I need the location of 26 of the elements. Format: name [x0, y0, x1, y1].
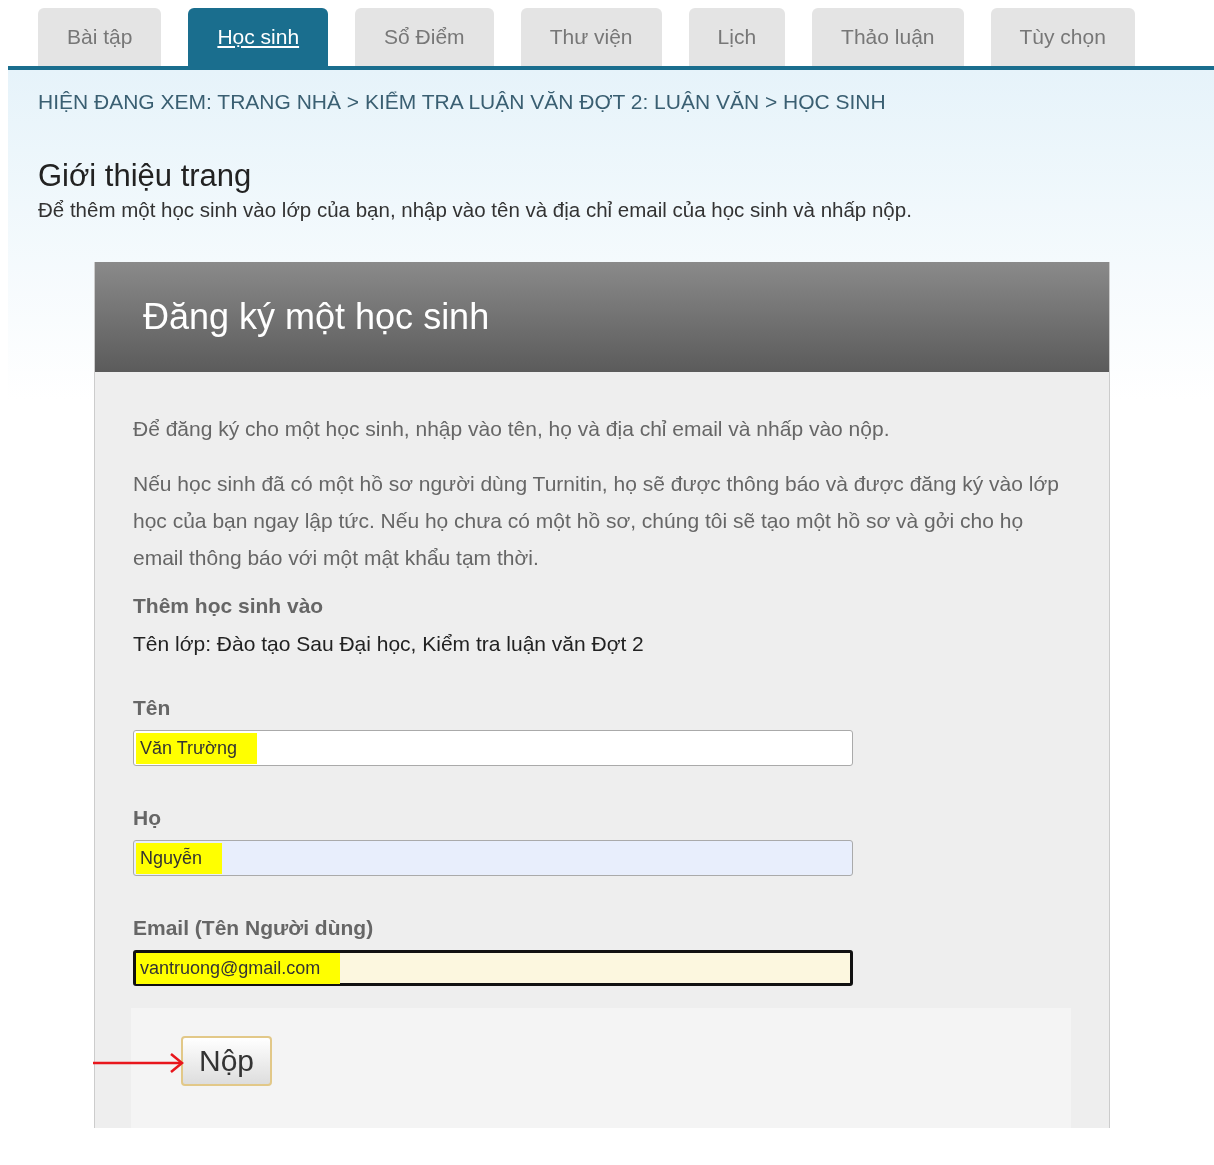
input-field[interactable]: Nguyễn — [133, 840, 853, 876]
breadcrumb: HIỆN ĐANG XEM: TRANG NHÀ > KIỂM TRA LUẬN VĂN ĐỢT 2: LUẬN VĂN > HỌC SINH — [38, 89, 887, 114]
tab[interactable]: Tùy chọn — [990, 8, 1135, 66]
paragraph: Để đăng ký cho một học sinh, nhập vào tên, họ và địa chỉ email và nhấp vào nộp. — [133, 416, 891, 442]
tab[interactable]: Học sinh — [188, 8, 329, 66]
card-title: Đăng ký một học sinh — [143, 296, 490, 338]
field-value: Văn Trường — [136, 732, 257, 764]
arrow-icon — [93, 1052, 185, 1074]
input-field[interactable]: Văn Trường — [133, 730, 853, 766]
paragraph: Nếu học sinh đã có một hồ sơ người dùng Turnitin, họ sẽ được thông báo và được đăng ký vào lớp học của bạn ngay lập tức. Nếu họ chưa có một hồ sơ, chúng tôi sẽ tạo một hồ sơ và gởi cho họ email thông báo với một mật khẩu tạm thời. — [133, 471, 1060, 571]
intro-text: Để thêm một học sinh vào lớp của bạn, nhập vào tên và địa chỉ email của học sinh và nhấp nộp. — [38, 198, 913, 222]
field-label: Họ — [133, 806, 162, 830]
field-value: vantruong@gmail.com — [136, 952, 341, 984]
field-label: Email (Tên Người dùng) — [133, 916, 375, 940]
class-heading: Thêm học sinh vào — [133, 594, 325, 618]
tab[interactable]: Thư viện — [520, 8, 662, 66]
tab[interactable]: Bài tập — [38, 8, 162, 66]
tab[interactable]: Thảo luận — [812, 8, 964, 66]
tab[interactable]: Lịch — [688, 8, 786, 66]
intro-title: Giới thiệu trang — [38, 158, 253, 194]
submit-button[interactable]: Nộp — [181, 1036, 273, 1086]
field-label: Tên — [133, 696, 172, 720]
class-name: Tên lớp: Đào tạo Sau Đại học, Kiểm tra luận văn Đợt 2 — [133, 632, 645, 656]
field-value: Nguyễn — [136, 842, 223, 874]
input-field[interactable]: vantruong@gmail.com — [133, 950, 853, 986]
tab[interactable]: Sổ Điểm — [355, 8, 494, 66]
